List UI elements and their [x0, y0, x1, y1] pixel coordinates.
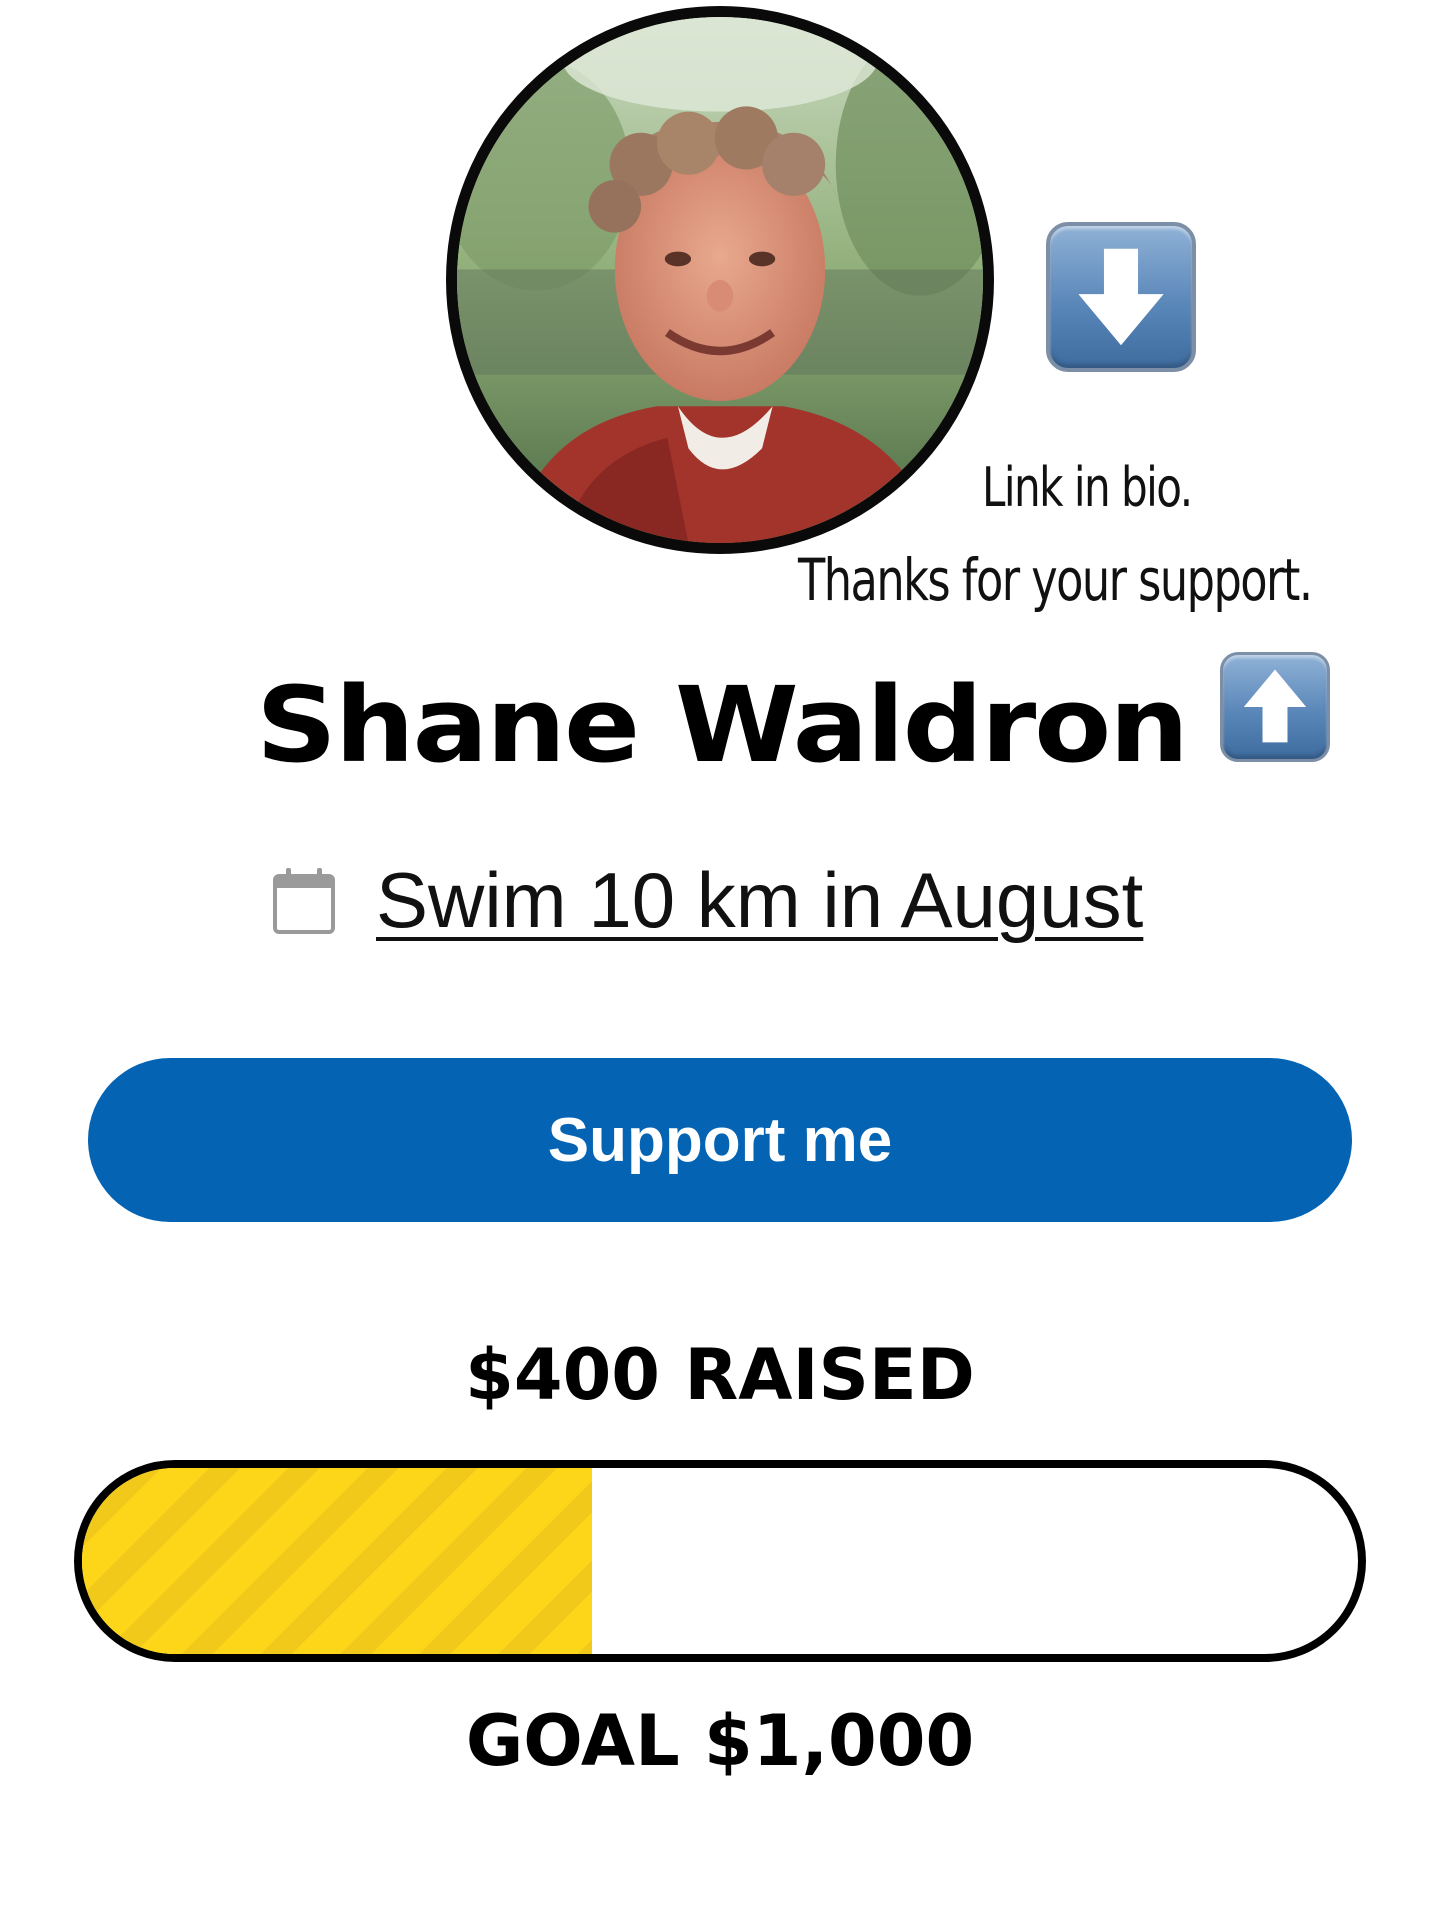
- bio-thanks-note: Thanks for your support.: [798, 546, 1313, 614]
- goal-amount: GOAL $1,000: [465, 1700, 975, 1782]
- raised-amount: $400 RAISED: [465, 1334, 975, 1416]
- support-me-button[interactable]: Support me: [88, 1058, 1352, 1222]
- event-link[interactable]: Swim 10 km in August: [376, 855, 1143, 946]
- progress-fill: [82, 1468, 593, 1654]
- event-row: Swim 10 km in August: [272, 852, 1143, 948]
- arrow-up-icon: [1220, 652, 1330, 762]
- avatar: [446, 6, 994, 554]
- progress-bar: [74, 1460, 1366, 1662]
- bio-link-note: Link in bio.: [982, 456, 1193, 519]
- arrow-down-icon: [1046, 222, 1196, 372]
- calendar-icon: [273, 868, 335, 934]
- page-title: Shane Waldron: [256, 664, 1189, 786]
- profile-photo: [457, 17, 983, 543]
